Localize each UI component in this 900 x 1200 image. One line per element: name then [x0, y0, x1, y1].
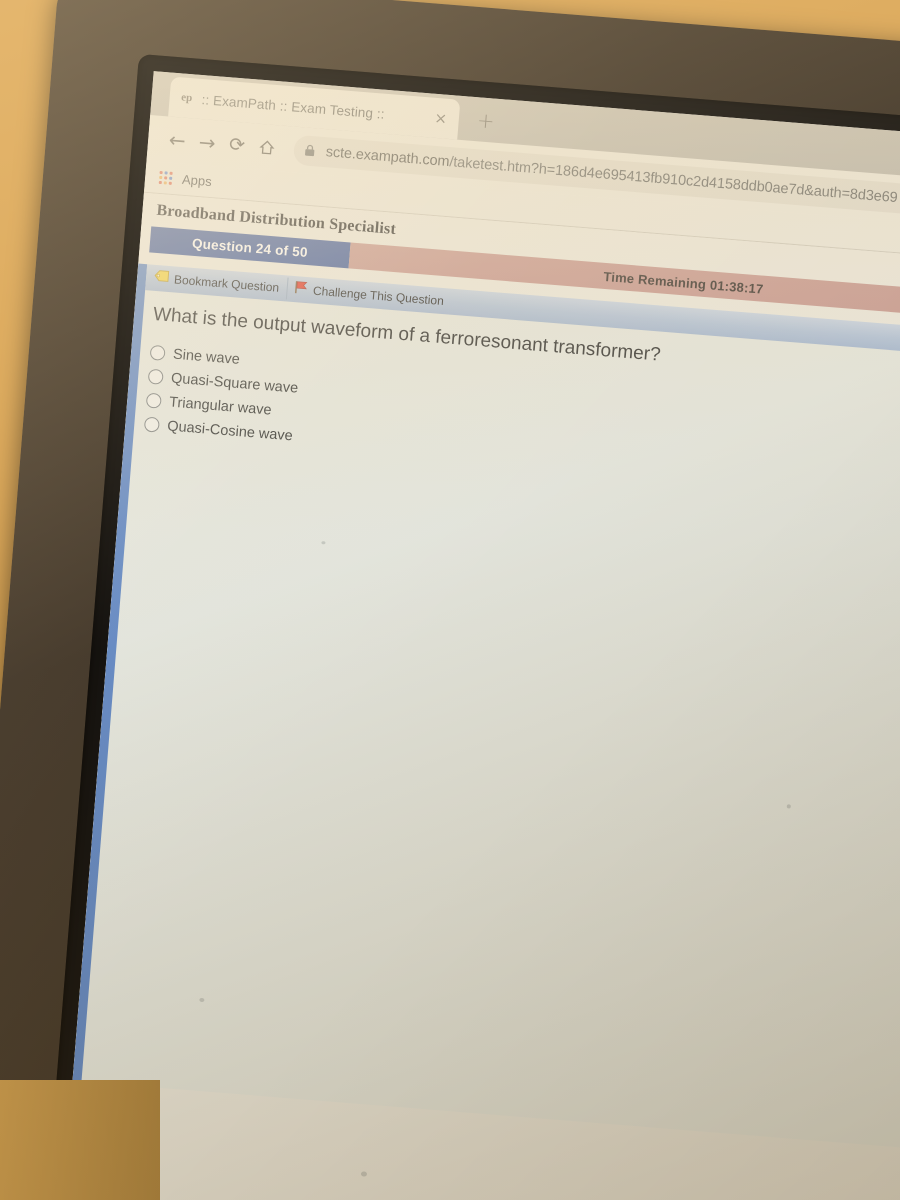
red-flag-icon	[293, 280, 308, 300]
radio-icon[interactable]	[149, 345, 166, 362]
forward-icon[interactable]: →	[191, 126, 223, 158]
apps-bookmark-label[interactable]: Apps	[182, 172, 213, 189]
lock-icon	[303, 143, 318, 158]
radio-icon[interactable]	[143, 416, 160, 433]
exampath-favicon: ep	[180, 91, 193, 105]
apps-grid-icon[interactable]	[158, 170, 173, 185]
url-host: scte.exampath.com	[325, 144, 451, 171]
screen: ep :: ExamPath :: Exam Testing :: × + ← …	[57, 71, 900, 1200]
close-icon[interactable]: ×	[430, 108, 452, 130]
bookmark-tag-icon	[153, 269, 170, 288]
desk-surface	[0, 1080, 160, 1200]
answer-label: Sine wave	[172, 346, 241, 368]
exam-page: Broadband Distribution Specialist Questi…	[57, 192, 900, 1200]
radio-icon[interactable]	[147, 368, 164, 386]
back-icon[interactable]: ←	[161, 124, 193, 156]
new-tab-icon[interactable]: +	[472, 107, 500, 135]
tab-title: :: ExamPath :: Exam Testing ::	[201, 91, 386, 122]
radio-icon[interactable]	[145, 392, 162, 410]
question-frame: Bookmark Question Challenge This Questio…	[72, 263, 900, 1152]
answer-label: Quasi-Cosine wave	[166, 418, 294, 445]
photo-of-monitor: ep :: ExamPath :: Exam Testing :: × + ← …	[0, 0, 900, 1200]
monitor: ep :: ExamPath :: Exam Testing :: × + ← …	[0, 0, 900, 1200]
reload-icon[interactable]: ⟳	[221, 129, 253, 161]
bookmark-question-label: Bookmark Question	[173, 272, 280, 295]
home-icon[interactable]	[251, 131, 283, 163]
